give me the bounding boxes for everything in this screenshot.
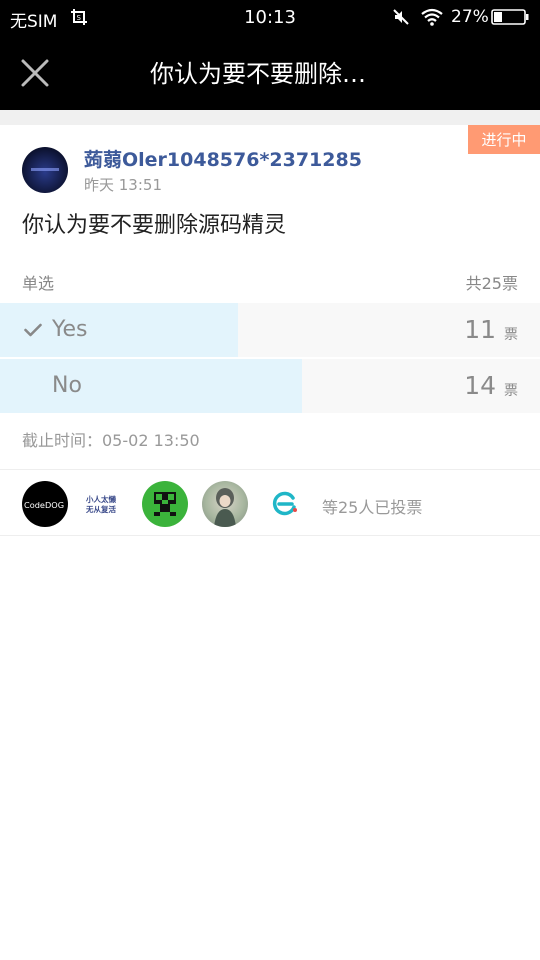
option-unit: 票 <box>504 383 518 399</box>
wifi-icon <box>421 8 443 26</box>
option-label: Yes <box>52 317 88 342</box>
voters-count[interactable]: 等25人已投票 <box>322 494 422 518</box>
voter-avatar[interactable]: 小人太懒 无从复活 <box>82 481 128 527</box>
avatar-icon <box>31 168 59 171</box>
status-bar: 无SIM S 10:13 27% <box>0 0 540 34</box>
author-avatar[interactable] <box>22 147 68 193</box>
status-badge: 进行中 <box>465 125 540 154</box>
divider <box>0 535 540 536</box>
check-icon <box>24 323 42 337</box>
author-name[interactable]: 蒟蒻Oler1048576*2371285 <box>84 145 362 172</box>
mute-icon <box>393 9 409 25</box>
close-icon[interactable] <box>18 56 52 90</box>
creeper-icon <box>154 492 176 516</box>
voter-avatar[interactable]: CodeDOG <box>22 481 68 527</box>
total-votes: 共25票 <box>465 274 518 293</box>
deadline: 截止时间：05-02 13:50 <box>22 431 200 450</box>
section-gap <box>0 110 540 125</box>
voter-logo: CodeDOG <box>24 500 64 510</box>
divider <box>0 469 540 470</box>
option-count: 11 <box>464 315 496 344</box>
battery-icon <box>491 9 529 25</box>
voter-avatar[interactable] <box>202 481 248 527</box>
voter-avatar[interactable] <box>262 481 308 527</box>
option-count: 14 <box>464 371 496 400</box>
title-bar: 你认为要不要删除… <box>0 34 540 110</box>
voter-logo: 小人太懒 无从复活 <box>85 494 116 514</box>
poll-option-yes[interactable]: Yes 11 票 <box>0 303 540 357</box>
battery-percentage: 27% <box>451 7 489 27</box>
poll-type: 单选 <box>22 274 55 293</box>
voter-avatar[interactable] <box>142 481 188 527</box>
character-icon <box>214 488 236 527</box>
letter-e-icon <box>272 491 297 516</box>
option-label: No <box>52 373 82 398</box>
svg-text:无从复活: 无从复活 <box>85 504 116 514</box>
post-time: 昨天 13:51 <box>84 176 162 194</box>
svg-text:小人太懒: 小人太懒 <box>86 494 116 504</box>
poll-question: 你认为要不要删除源码精灵 <box>22 213 287 238</box>
svg-text:CodeDOG: CodeDOG <box>24 500 64 510</box>
poll-option-no[interactable]: No 14 票 <box>0 359 540 413</box>
page-title: 你认为要不要删除… <box>150 60 366 88</box>
poll-card: 进行中 蒟蒻Oler1048576*2371285 昨天 13:51 你认为要不… <box>0 125 540 960</box>
vote-bar-fill <box>0 359 303 413</box>
option-unit: 票 <box>504 327 518 343</box>
